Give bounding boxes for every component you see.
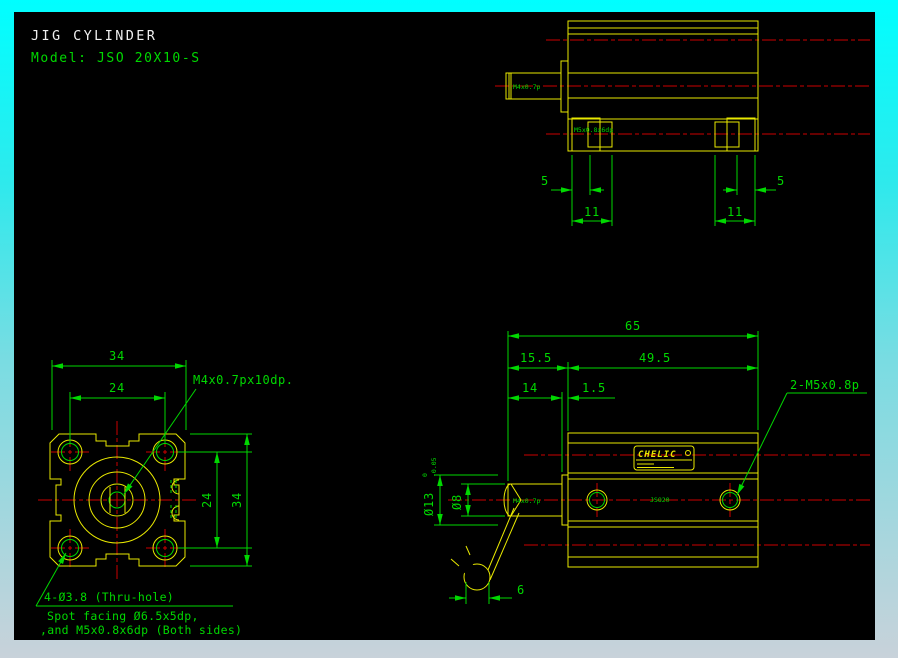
center-thread-leader-label: M4x0.7px10dp. bbox=[193, 373, 293, 387]
page-title: JIG CYLINDER bbox=[31, 28, 157, 44]
note-thru-holes: 4-Ø3.8 (Thru-hole) bbox=[44, 590, 174, 604]
dim-head-length: 15.5 bbox=[520, 351, 552, 365]
cad-drawing: JIG CYLINDER Model: JSO 20X10-S bbox=[14, 12, 875, 640]
dim-groove-width-left: 11 bbox=[584, 205, 600, 219]
drawing-canvas: JIG CYLINDER Model: JSO 20X10-S bbox=[14, 12, 875, 640]
top-view-dimensions: 65 15.5 49.5 14 1.5 Ø13 0 -0.05 Ø8 6 bbox=[421, 319, 867, 604]
model-label: Model: JSO 20X10-S bbox=[31, 51, 201, 66]
title-block: JIG CYLINDER Model: JSO 20X10-S bbox=[31, 28, 201, 66]
top-view: CHELIC 65 15.5 49.5 bbox=[421, 319, 870, 604]
dim-groove-width-right: 11 bbox=[727, 205, 743, 219]
dim-overall-length: 65 bbox=[625, 319, 641, 333]
dim-body-height: 34 bbox=[230, 492, 244, 508]
brand-text: CHELIC bbox=[638, 450, 677, 460]
note-thread-bothsides: ,and M5x0.8x6dp (Both sides) bbox=[40, 623, 242, 637]
dim-groove-offset-right: 5 bbox=[777, 174, 785, 188]
side-view-centerlines bbox=[495, 40, 870, 134]
boss-tolerance-upper: 0 bbox=[421, 473, 429, 477]
dim-bolt-pitch-v: 24 bbox=[200, 492, 214, 508]
dim-boss-diameter: Ø13 bbox=[422, 492, 436, 516]
dim-rod-diameter: Ø8 bbox=[450, 494, 464, 510]
dim-body-width: 34 bbox=[109, 349, 125, 363]
wrench-jaw-gap bbox=[458, 558, 478, 578]
body-marking-label: JSO20 bbox=[650, 496, 670, 504]
boss-tolerance-lower: -0.05 bbox=[430, 457, 438, 477]
dim-bolt-pitch-h: 24 bbox=[109, 381, 125, 395]
cad-viewer-window: { "background": {"gradient_top": "#00fff… bbox=[0, 0, 898, 658]
front-view: 34 24 24 34 M4x0.7px10dp. 4-Ø3.8 (Thru-h… bbox=[36, 349, 293, 637]
wrench-symbol bbox=[451, 508, 519, 590]
dim-collar-width: 1.5 bbox=[582, 381, 606, 395]
dim-wrench-flats: 6 bbox=[517, 583, 525, 597]
side-view: 5 11 11 5 M4x0.7p M5x0.8x6dp bbox=[495, 21, 870, 226]
side-view-dimensions: 5 11 11 5 M4x0.7p M5x0.8x6dp bbox=[513, 83, 785, 226]
rod-thread-label: M4x0.7p bbox=[513, 83, 540, 91]
top-view-body bbox=[504, 433, 758, 567]
dim-body-length: 49.5 bbox=[639, 351, 671, 365]
ports-leader-label: 2-M5x0.8p bbox=[790, 378, 860, 392]
dim-rod-length: 14 bbox=[522, 381, 538, 395]
brand-plate: CHELIC bbox=[634, 446, 694, 470]
dim-groove-offset-left: 5 bbox=[541, 174, 549, 188]
mount-thread-label: M5x0.8x6dp bbox=[574, 126, 613, 134]
note-spot-facing: Spot facing Ø6.5x5dp, bbox=[47, 609, 199, 623]
rod-thread-label-top: M4x0.7p bbox=[513, 497, 540, 505]
